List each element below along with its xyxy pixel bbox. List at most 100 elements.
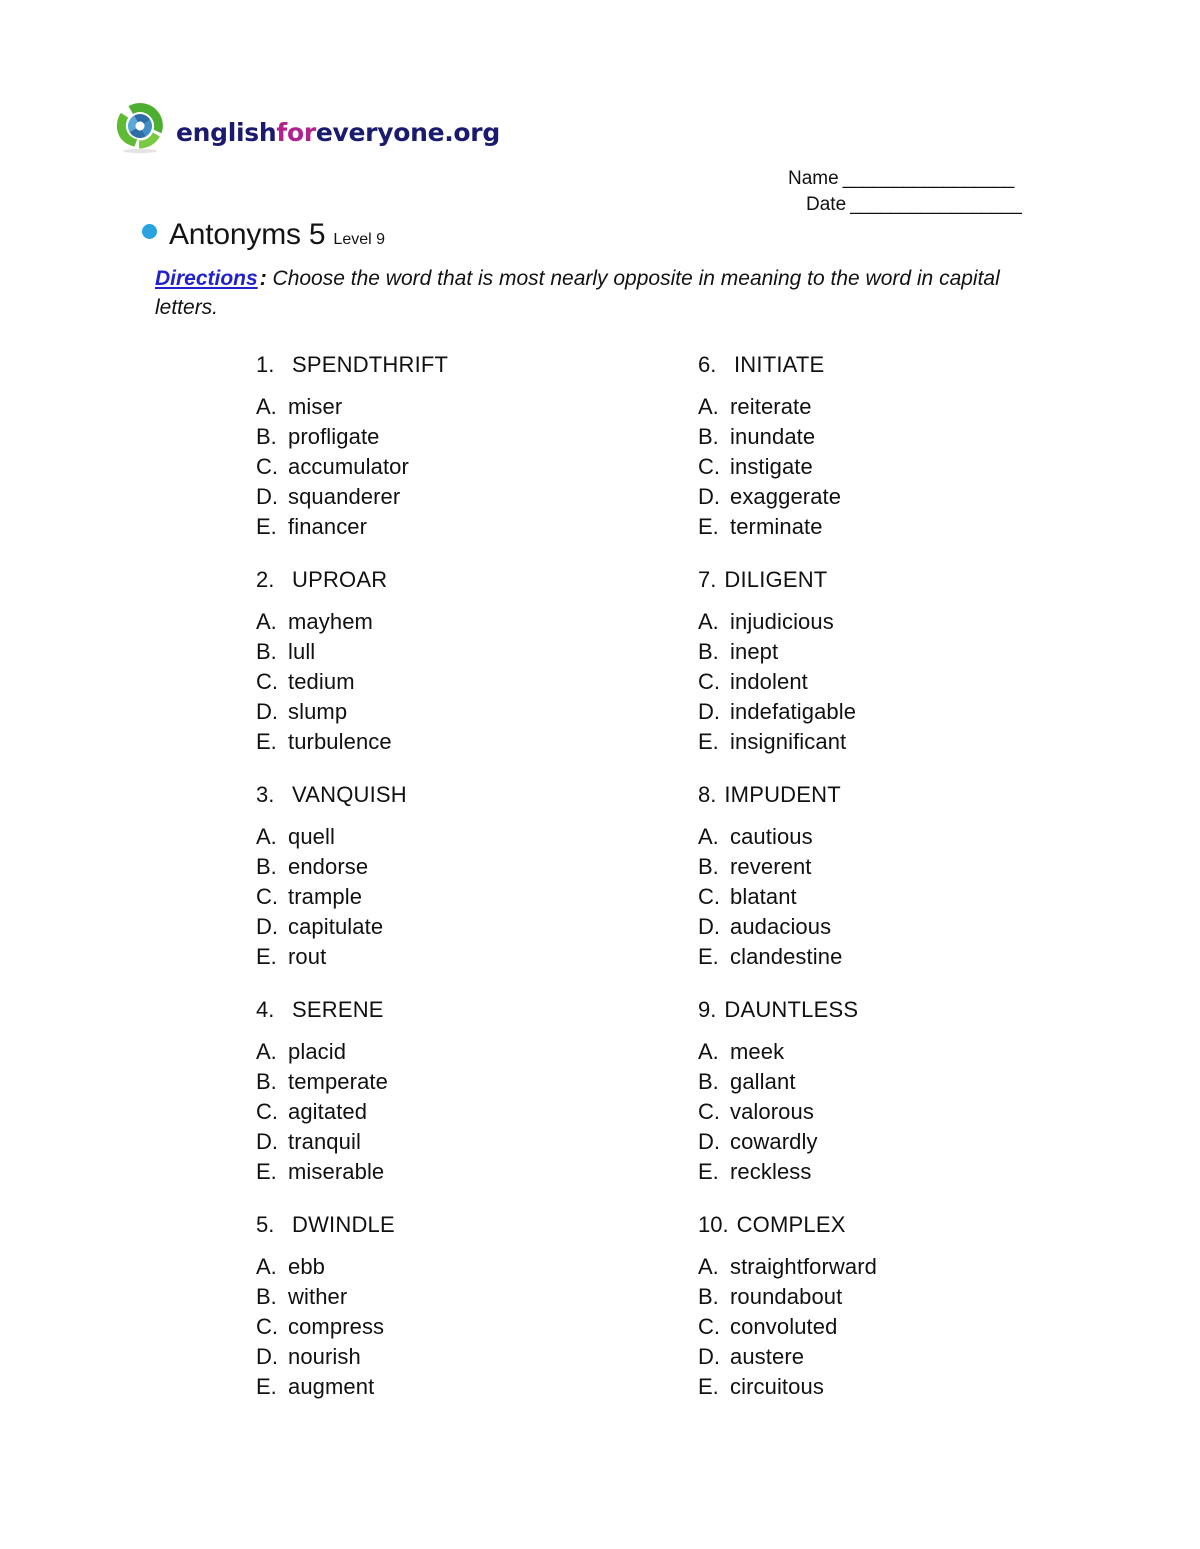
option-text: reverent xyxy=(730,854,812,879)
option-text: cowardly xyxy=(730,1129,818,1154)
question-heading: 1. SPENDTHRIFT xyxy=(256,352,676,393)
question-word: VANQUISH xyxy=(292,782,407,807)
option-letter: B. xyxy=(256,854,277,879)
answer-option[interactable]: C. agitated xyxy=(256,1098,676,1128)
answer-option[interactable]: B. wither xyxy=(256,1283,676,1313)
answer-option[interactable]: E. miserable xyxy=(256,1158,676,1188)
option-letter: D. xyxy=(698,484,720,509)
date-field-row[interactable]: Date _________________ xyxy=(788,194,1022,220)
option-letter: B. xyxy=(256,1069,277,1094)
answer-option[interactable]: B. roundabout xyxy=(698,1283,1118,1313)
option-letter: E. xyxy=(698,1159,719,1184)
option-letter: D. xyxy=(256,914,278,939)
answer-option[interactable]: E. rout xyxy=(256,943,676,973)
answer-option[interactable]: E. circuitous xyxy=(698,1373,1118,1403)
option-text: clandestine xyxy=(730,944,843,969)
question-block: 9. DAUNTLESS A. meek B. gallant C. valorous D. co… xyxy=(698,997,1118,1212)
answer-option[interactable]: D. audacious xyxy=(698,913,1118,943)
answer-option[interactable]: D. exaggerate xyxy=(698,483,1118,513)
answer-option[interactable]: E. clandestine xyxy=(698,943,1118,973)
answer-option[interactable]: E. terminate xyxy=(698,513,1118,543)
question-number: 4. xyxy=(256,997,275,1022)
answer-option[interactable]: E. financer xyxy=(256,513,676,543)
option-text: agitated xyxy=(288,1099,368,1124)
answer-option[interactable]: E. reckless xyxy=(698,1158,1118,1188)
worksheet-level: Level 9 xyxy=(333,231,386,248)
directions-block: Directions: Choose the word that is most… xyxy=(155,264,1045,322)
option-letter: D. xyxy=(256,484,278,509)
question-spacer xyxy=(698,543,1118,567)
answer-option[interactable]: B. reverent xyxy=(698,853,1118,883)
option-text: endorse xyxy=(288,854,369,879)
answer-option[interactable]: A. miser xyxy=(256,393,676,423)
answer-option[interactable]: C. trample xyxy=(256,883,676,913)
question-block: 1. SPENDTHRIFT A. miser B. profligate C. accumu… xyxy=(256,352,676,567)
option-letter: E. xyxy=(698,944,719,969)
answer-option[interactable]: B. lull xyxy=(256,638,676,668)
answer-option[interactable]: A. cautious xyxy=(698,823,1118,853)
option-text: quell xyxy=(288,824,335,849)
answer-option[interactable]: C. convoluted xyxy=(698,1313,1118,1343)
option-text: trample xyxy=(288,884,363,909)
answer-option[interactable]: E. augment xyxy=(256,1373,676,1403)
answer-option[interactable]: A. placid xyxy=(256,1038,676,1068)
option-letter: E. xyxy=(698,514,719,539)
answer-option[interactable]: E. turbulence xyxy=(256,728,676,758)
answer-option[interactable]: D. nourish xyxy=(256,1343,676,1373)
answer-option[interactable]: A. mayhem xyxy=(256,608,676,638)
answer-option[interactable]: A. injudicious xyxy=(698,608,1118,638)
answer-option[interactable]: B. gallant xyxy=(698,1068,1118,1098)
option-letter: B. xyxy=(256,639,277,664)
answer-option[interactable]: A. reiterate xyxy=(698,393,1118,423)
answer-option[interactable]: C. tedium xyxy=(256,668,676,698)
answer-option[interactable]: A. straightforward xyxy=(698,1253,1118,1283)
answer-option[interactable]: A. meek xyxy=(698,1038,1118,1068)
answer-option[interactable]: D. indefatigable xyxy=(698,698,1118,728)
answer-option[interactable]: E. insignificant xyxy=(698,728,1118,758)
option-text: temperate xyxy=(288,1069,388,1094)
answer-option[interactable]: A. ebb xyxy=(256,1253,676,1283)
answer-option[interactable]: D. capitulate xyxy=(256,913,676,943)
answer-option[interactable]: D. austere xyxy=(698,1343,1118,1373)
name-field-row[interactable]: Name _________________ xyxy=(788,168,1021,194)
question-word: UPROAR xyxy=(292,567,388,592)
answer-option[interactable]: A. quell xyxy=(256,823,676,853)
question-number: 6. xyxy=(698,352,717,377)
question-word: IMPUDENT xyxy=(724,782,841,807)
answer-option[interactable]: C. compress xyxy=(256,1313,676,1343)
date-blank-line[interactable]: _________________ xyxy=(850,194,1022,216)
answer-option[interactable]: D. tranquil xyxy=(256,1128,676,1158)
option-letter: A. xyxy=(256,609,277,634)
option-text: ebb xyxy=(288,1254,326,1279)
question-spacer xyxy=(256,543,676,567)
question-block: 6. INITIATE A. reiterate B. inundate C. instiga… xyxy=(698,352,1118,567)
answer-option[interactable]: C. blatant xyxy=(698,883,1118,913)
answer-option[interactable]: C. valorous xyxy=(698,1098,1118,1128)
answer-option[interactable]: B. inundate xyxy=(698,423,1118,453)
option-letter: A. xyxy=(698,824,719,849)
answer-option[interactable]: D. slump xyxy=(256,698,676,728)
question-heading: 7. DILIGENT xyxy=(698,567,1118,608)
answer-option[interactable]: C. instigate xyxy=(698,453,1118,483)
answer-option[interactable]: C. accumulator xyxy=(256,453,676,483)
date-label: Date xyxy=(806,194,847,215)
option-letter: B. xyxy=(698,1284,719,1309)
option-text: insignificant xyxy=(730,729,847,754)
answer-option[interactable]: D. cowardly xyxy=(698,1128,1118,1158)
option-text: valorous xyxy=(730,1099,814,1124)
option-letter: C. xyxy=(698,884,720,909)
logo-wordmark: englishforeveryone.org xyxy=(176,108,500,145)
answer-option[interactable]: C. indolent xyxy=(698,668,1118,698)
answer-option[interactable]: B. inept xyxy=(698,638,1118,668)
directions-colon: : xyxy=(259,267,267,290)
answer-option[interactable]: B. profligate xyxy=(256,423,676,453)
name-blank-line[interactable]: _________________ xyxy=(843,168,1015,190)
question-number: 1. xyxy=(256,352,275,377)
answer-option[interactable]: B. endorse xyxy=(256,853,676,883)
answer-option[interactable]: B. temperate xyxy=(256,1068,676,1098)
answer-option[interactable]: D. squanderer xyxy=(256,483,676,513)
question-block: 8. IMPUDENT A. cautious B. reverent C. blatant D… xyxy=(698,782,1118,997)
option-text: inept xyxy=(730,639,779,664)
questions-column-right: 6. INITIATE A. reiterate B. inundate C. instiga… xyxy=(698,352,1118,1427)
option-text: miser xyxy=(288,394,343,419)
